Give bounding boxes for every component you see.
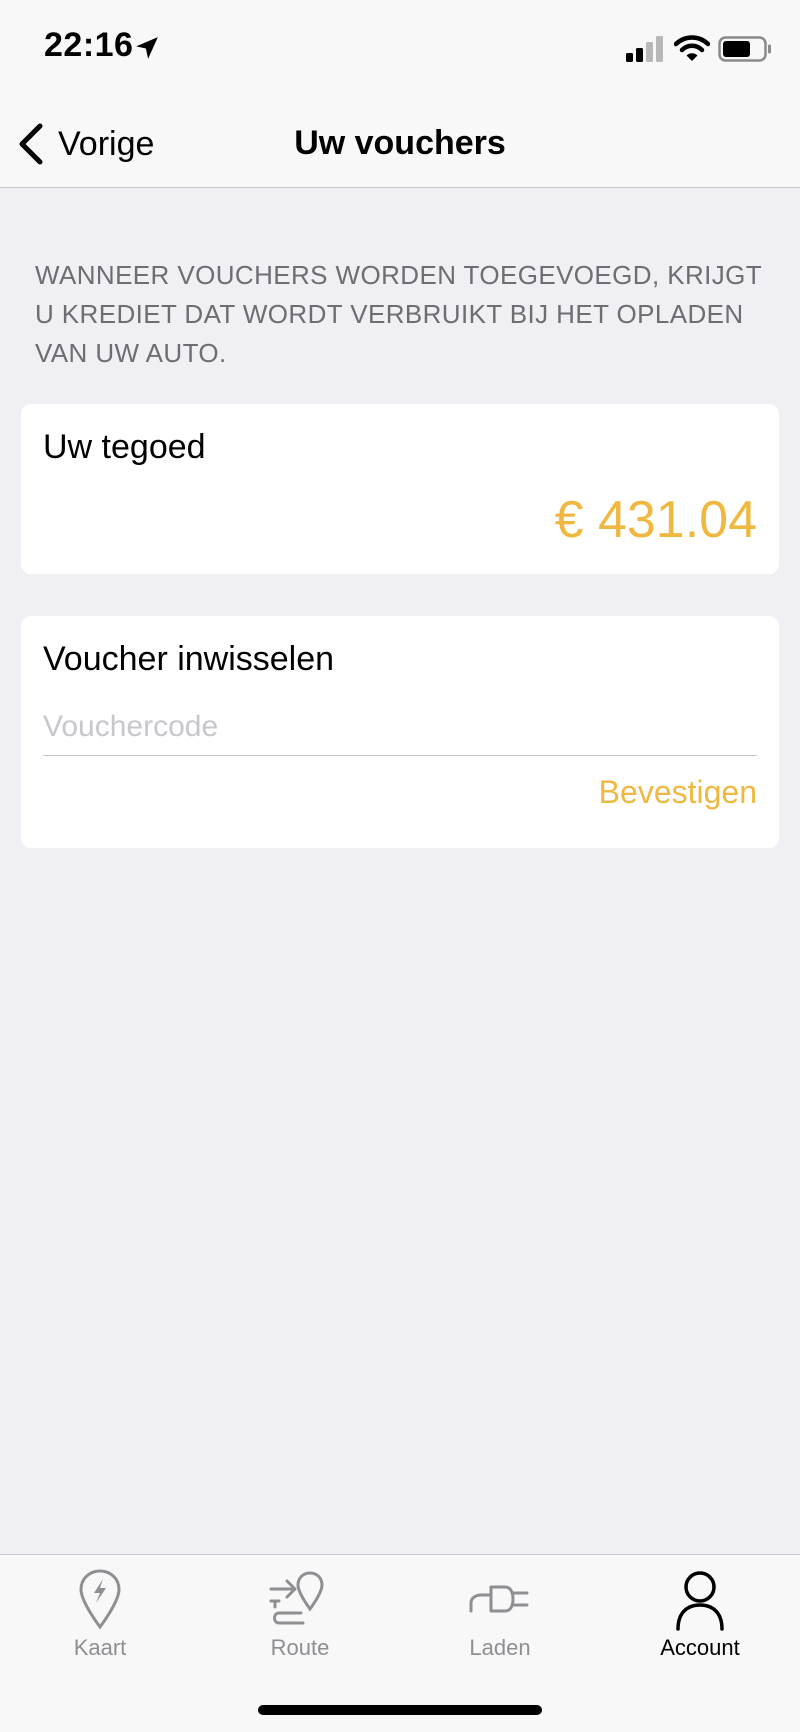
tab-laden[interactable]: Laden	[400, 1555, 600, 1675]
tab-label: Account	[660, 1635, 740, 1660]
wifi-icon	[674, 35, 710, 61]
tab-label: Laden	[469, 1635, 531, 1660]
balance-value: € 431.04	[554, 491, 757, 549]
vouchers-info-text: WANNEER VOUCHERS WORDEN TOEGEVOEGD, KRIJ…	[35, 260, 762, 368]
confirm-button[interactable]: Bevestigen	[599, 774, 757, 811]
tab-label: Kaart	[73, 1635, 127, 1660]
status-time: 22:16	[44, 26, 134, 64]
redeem-voucher-title: Voucher inwisselen	[43, 640, 335, 678]
tab-route[interactable]: Route	[200, 1555, 400, 1675]
tab-account[interactable]: Account	[600, 1555, 800, 1675]
route-icon	[269, 1571, 324, 1625]
home-indicator	[258, 1705, 542, 1715]
location-arrow-icon	[136, 37, 158, 59]
redeem-voucher-card: Voucher inwisselen Bevestigen	[21, 616, 779, 848]
plug-icon	[469, 1585, 529, 1613]
navigation-bar: Vorige Uw vouchers	[0, 100, 800, 188]
balance-title: Uw tegoed	[43, 428, 206, 466]
balance-card: Uw tegoed € 431.04	[21, 404, 779, 574]
screen: 22:16 Vorige Uw vouchers WANNEER VOUCHER…	[0, 0, 800, 1732]
page-title: Uw vouchers	[294, 124, 506, 162]
person-icon	[676, 1571, 724, 1631]
tab-kaart[interactable]: Kaart	[0, 1555, 200, 1675]
battery-icon	[718, 36, 771, 62]
status-bar: 22:16	[0, 0, 800, 100]
map-pin-bolt-icon	[79, 1569, 121, 1630]
cellular-signal-icon	[626, 36, 663, 62]
tab-bar: Kaart Route Laden Account	[0, 1554, 800, 1732]
voucher-code-input[interactable]	[43, 698, 757, 756]
tab-label: Route	[270, 1635, 330, 1660]
